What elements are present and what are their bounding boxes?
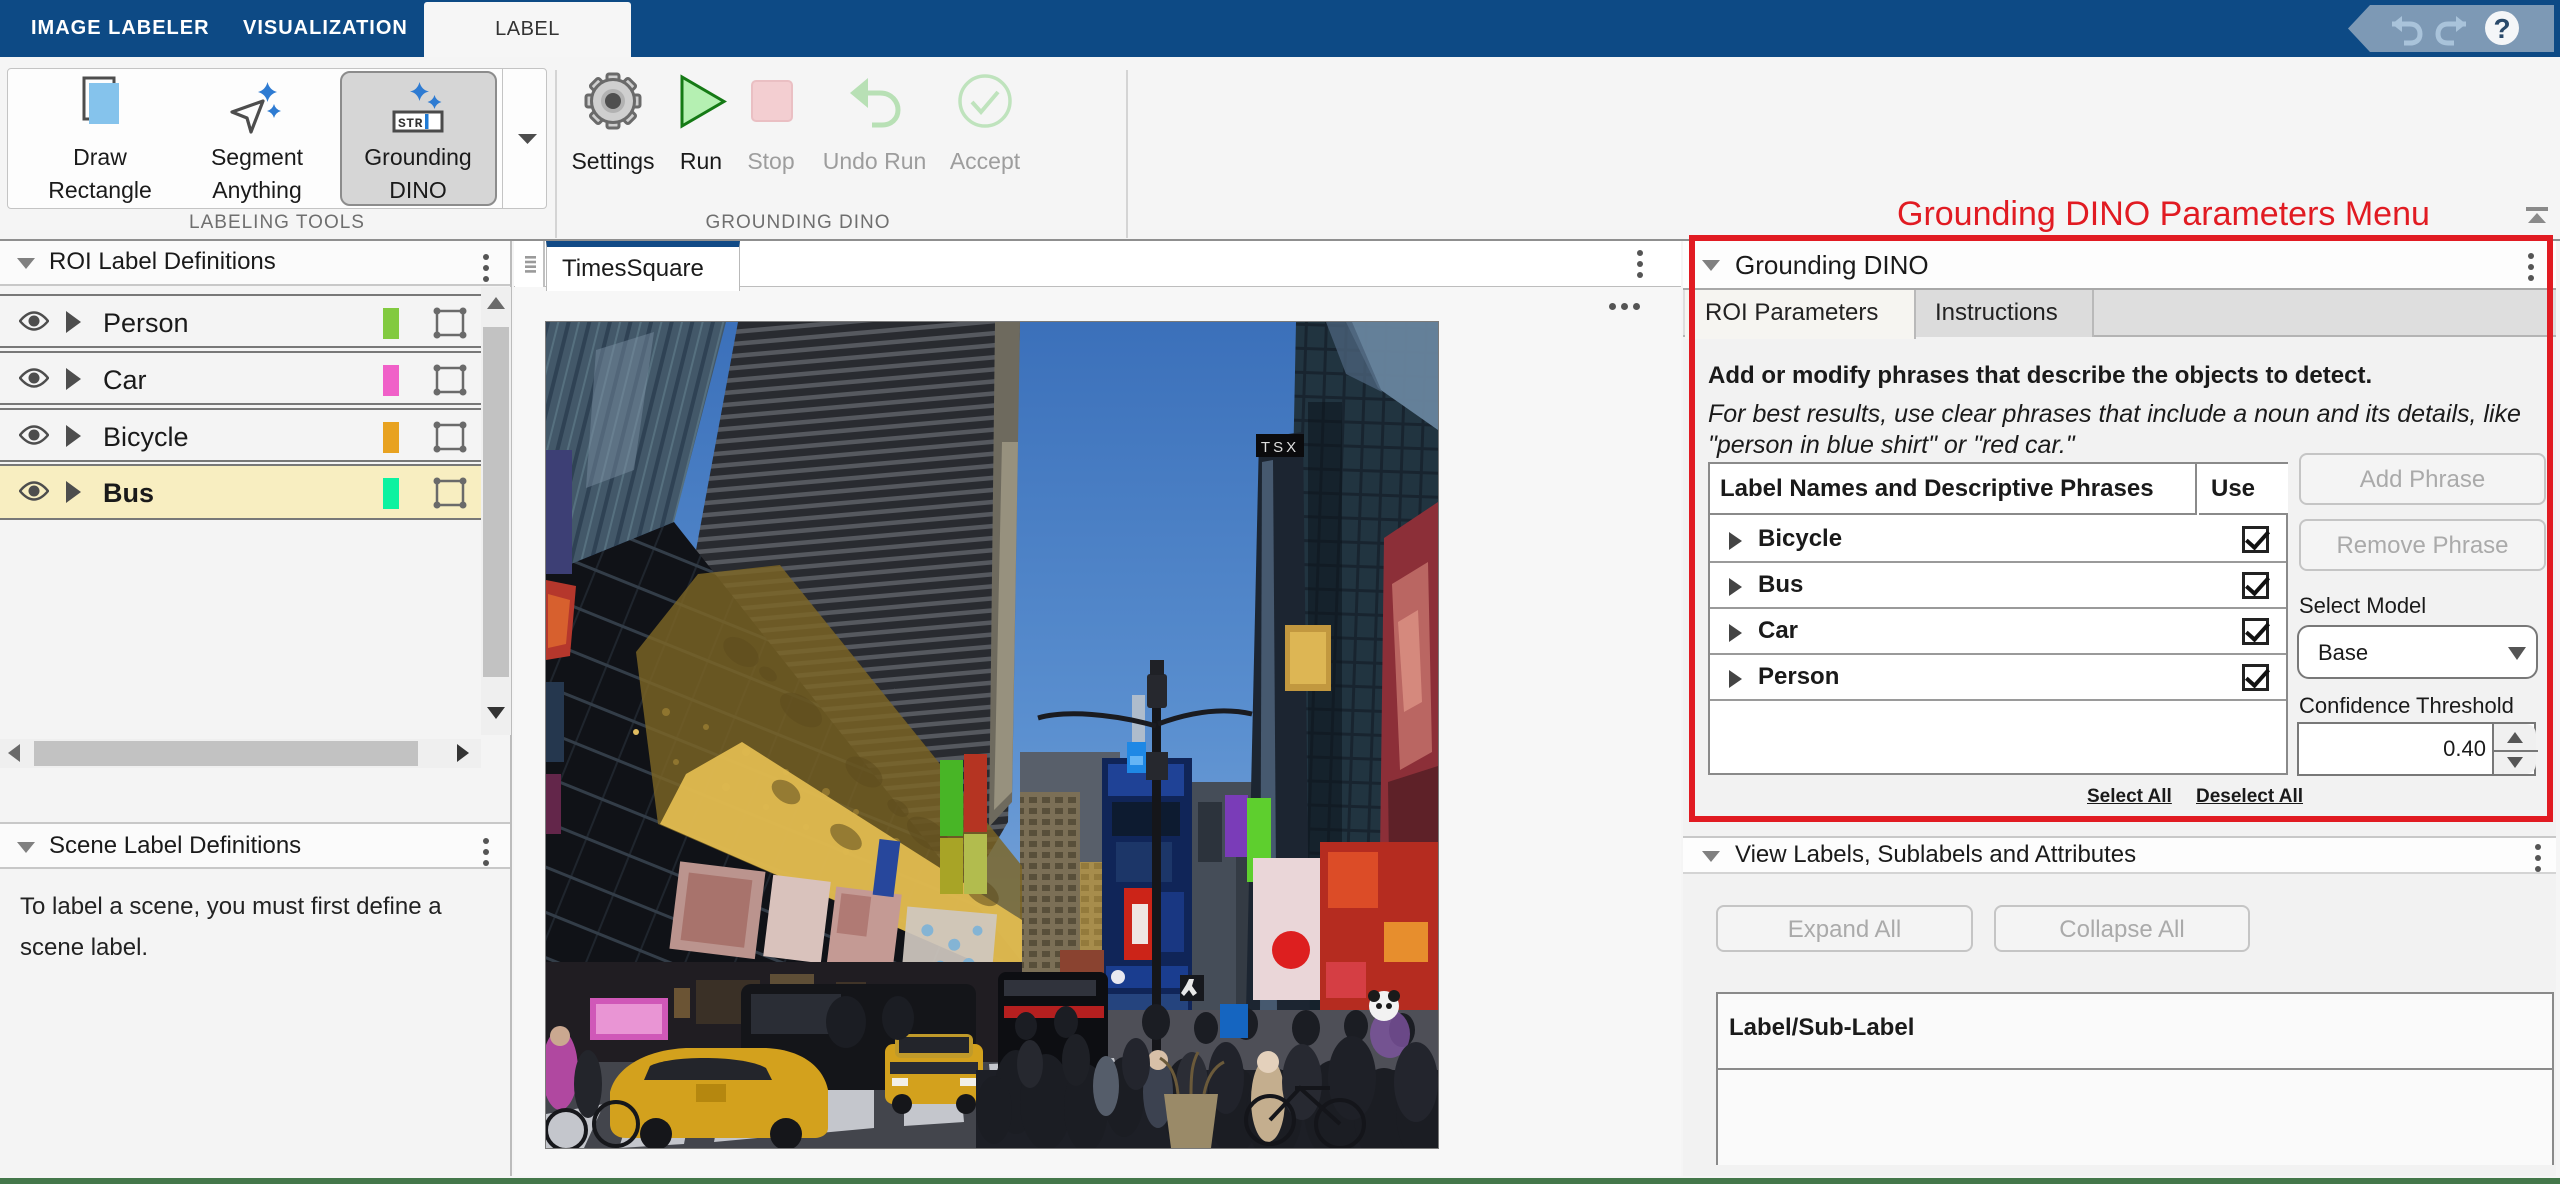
svg-text:?: ? (2493, 13, 2510, 44)
svg-text:STR: STR (398, 116, 423, 131)
svg-text:TSX: TSX (1261, 439, 1299, 456)
